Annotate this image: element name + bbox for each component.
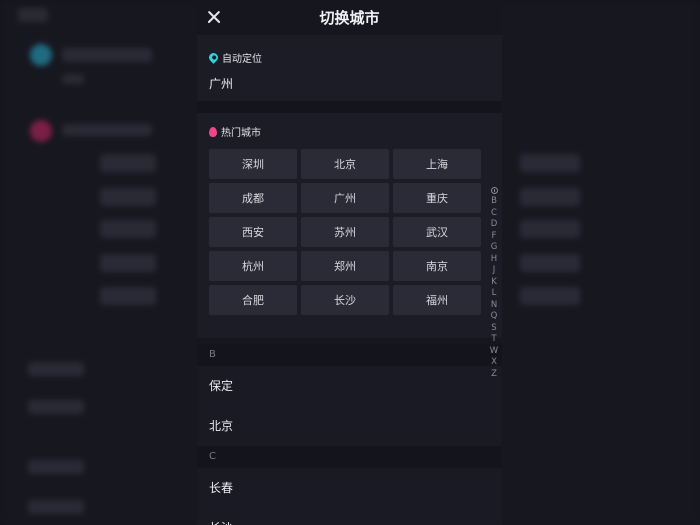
hot-city-button[interactable]: 福州 <box>393 285 481 315</box>
city-list-item[interactable]: 长春 <box>197 468 502 508</box>
hot-city-button[interactable]: 南京 <box>393 251 481 281</box>
flame-icon <box>209 126 217 137</box>
index-letter[interactable]: W <box>490 346 498 358</box>
hot-city-button[interactable]: 成都 <box>209 183 297 213</box>
hot-city-button[interactable]: 长沙 <box>301 285 389 315</box>
alphabet-index-bar[interactable]: B C D F G H J K L N Q S T W X Z <box>487 185 501 380</box>
index-letter[interactable]: S <box>491 323 496 335</box>
hot-cities-grid: 深圳 北京 上海 成都 广州 重庆 西安 苏州 武汉 杭州 郑州 南京 合肥 长… <box>209 149 481 315</box>
index-letter[interactable]: N <box>491 300 497 312</box>
hot-city-button[interactable]: 武汉 <box>393 217 481 247</box>
hot-city-button[interactable]: 合肥 <box>209 285 297 315</box>
hot-city-button[interactable]: 苏州 <box>301 217 389 247</box>
letter-header-b: B <box>197 344 502 366</box>
index-letter[interactable]: D <box>491 219 498 231</box>
city-list-item[interactable]: 北京 <box>197 406 502 446</box>
hot-cities-header: 热门城市 <box>209 124 261 139</box>
auto-locate-header: 自动定位 <box>207 50 262 65</box>
hot-cities-label: 热门城市 <box>221 128 261 139</box>
index-letter[interactable]: K <box>491 277 497 289</box>
index-letter[interactable]: Q <box>491 311 498 323</box>
index-letter[interactable]: F <box>492 231 497 243</box>
hot-city-button[interactable]: 上海 <box>393 149 481 179</box>
page-title: 切换城市 <box>319 9 380 27</box>
header: 切换城市 <box>197 0 502 35</box>
clock-icon[interactable] <box>490 187 498 194</box>
index-letter[interactable]: J <box>493 265 496 277</box>
index-letter[interactable]: X <box>491 357 497 369</box>
index-letter[interactable]: T <box>491 334 496 346</box>
hot-city-button[interactable]: 杭州 <box>209 251 297 281</box>
hot-city-button[interactable]: 郑州 <box>301 251 389 281</box>
index-letter[interactable]: H <box>491 254 497 266</box>
hot-city-button[interactable]: 重庆 <box>393 183 481 213</box>
auto-locate-section: 自动定位 广州 <box>197 35 502 101</box>
hot-city-button[interactable]: 西安 <box>209 217 297 247</box>
hot-cities-section: 热门城市 深圳 北京 上海 成都 广州 重庆 西安 苏州 武汉 杭州 郑州 南京… <box>197 113 502 338</box>
divider <box>197 101 502 113</box>
city-list-item[interactable]: 长沙 <box>197 508 502 525</box>
city-list-item[interactable]: 保定 <box>197 366 502 406</box>
index-letter[interactable]: Z <box>491 369 497 381</box>
located-city[interactable]: 广州 <box>209 75 233 92</box>
auto-locate-label: 自动定位 <box>222 54 262 65</box>
hot-city-button[interactable]: 北京 <box>301 149 389 179</box>
letter-header-c: C <box>197 446 502 468</box>
hot-city-button[interactable]: 广州 <box>301 183 389 213</box>
index-letter[interactable]: L <box>492 288 497 300</box>
hot-city-button[interactable]: 深圳 <box>209 149 297 179</box>
city-picker-panel: 切换城市 自动定位 广州 热门城市 深圳 北京 上海 成都 广州 重庆 西安 苏… <box>197 0 502 525</box>
index-letter[interactable]: G <box>491 242 498 254</box>
location-pin-icon <box>207 51 220 64</box>
index-letter[interactable]: C <box>491 208 497 220</box>
index-letter[interactable]: B <box>491 196 497 208</box>
